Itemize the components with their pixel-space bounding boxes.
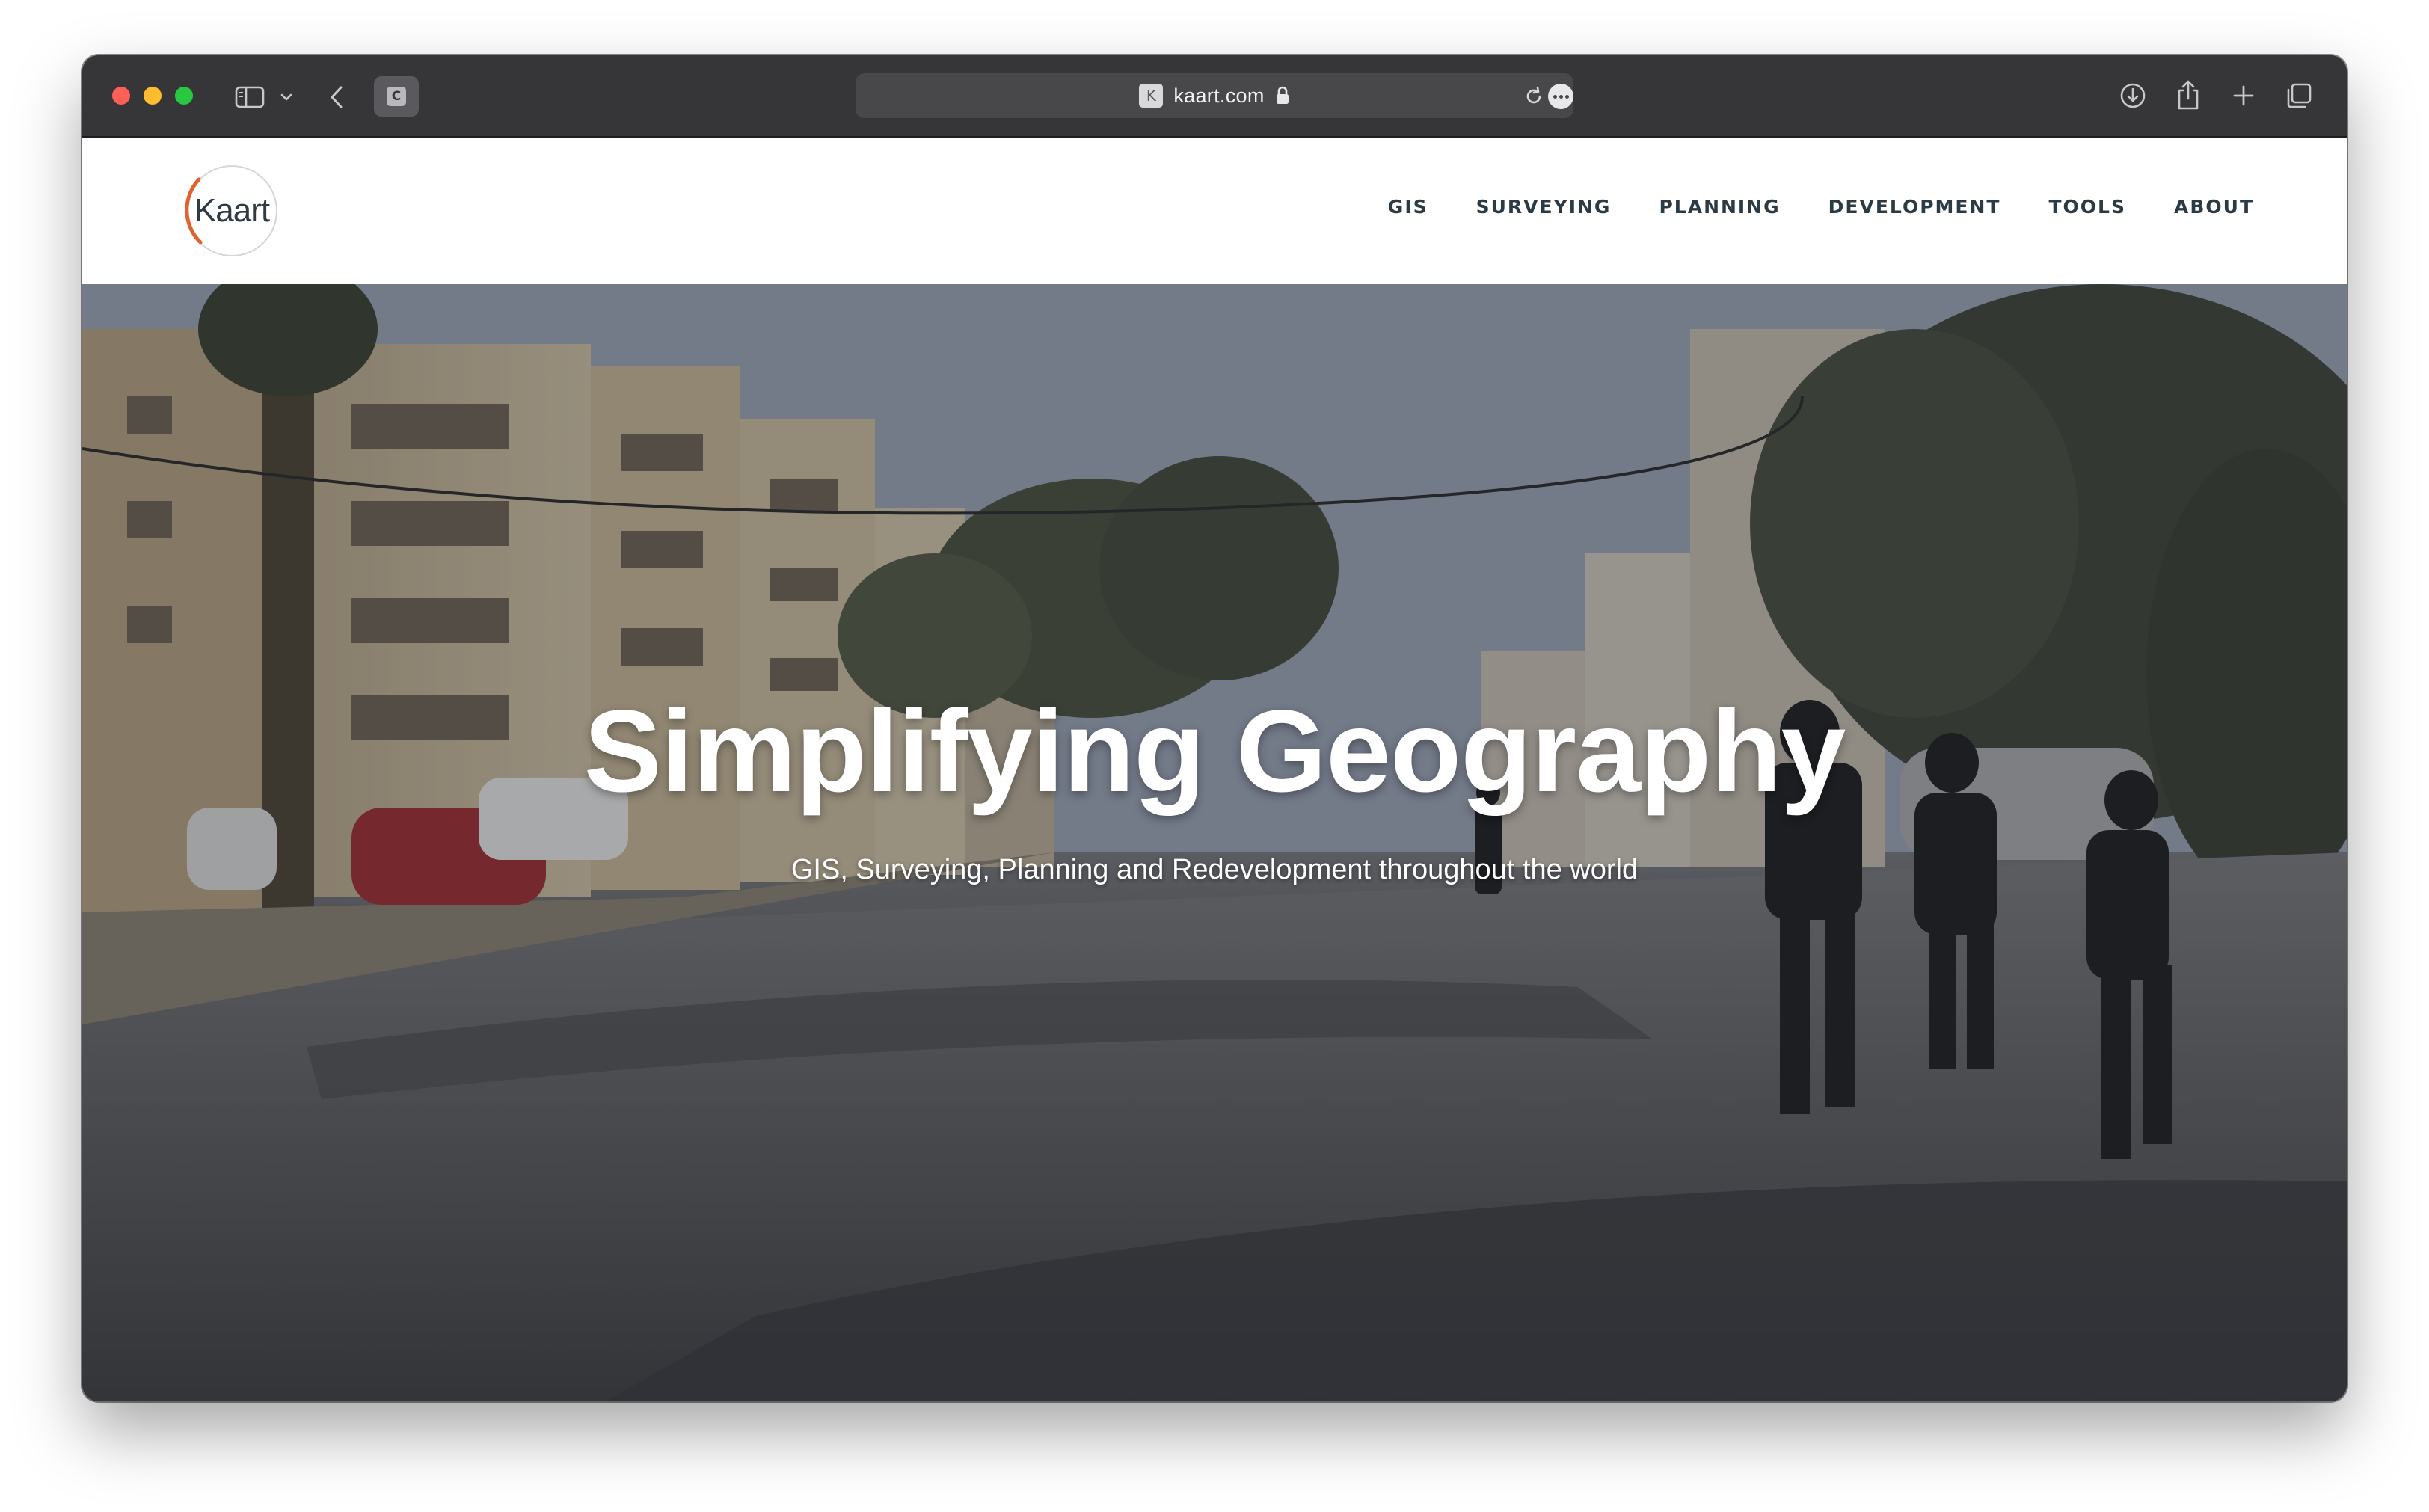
reload-button[interactable]: [1521, 84, 1547, 109]
share-icon: [2178, 80, 2199, 110]
tab-favicon: C: [387, 87, 406, 106]
download-icon: [2120, 83, 2146, 108]
tabs-overview-icon: [2287, 83, 2312, 108]
nav-planning[interactable]: PLANNING: [1659, 196, 1780, 218]
address-bar[interactable]: K kaart.com: [856, 73, 1573, 118]
tab-group-button[interactable]: C: [374, 76, 419, 117]
hero-overlay: [82, 284, 2347, 1401]
reload-icon: [1526, 86, 1541, 104]
site-logo[interactable]: Kaart: [184, 163, 280, 259]
sidebar-menu-button[interactable]: [275, 85, 298, 109]
minimize-window-button[interactable]: [144, 87, 162, 105]
plus-icon: [2233, 85, 2254, 106]
hero-section: Simplifying Geography GIS, Surveying, Pl…: [82, 284, 2347, 1401]
hero-subtitle: GIS, Surveying, Planning and Redevelopme…: [790, 854, 1639, 885]
lock-icon: [1276, 86, 1289, 104]
chevron-down-icon: [280, 93, 292, 101]
more-icon[interactable]: [1548, 84, 1573, 109]
sidebar-icon: [235, 86, 265, 108]
back-button[interactable]: [320, 81, 353, 114]
nav-development[interactable]: DEVELOPMENT: [1828, 196, 2001, 218]
logo-text: Kaart: [194, 192, 270, 229]
zoom-window-button[interactable]: [175, 87, 193, 105]
share-button[interactable]: [2172, 76, 2205, 114]
main-nav: GIS SURVEYING PLANNING DEVELOPMENT TOOLS…: [1388, 196, 2254, 218]
nav-gis[interactable]: GIS: [1388, 196, 1428, 218]
hero-title: Simplifying Geography: [583, 686, 1846, 817]
back-arrow-icon: [331, 86, 343, 108]
new-tab-button[interactable]: [2227, 79, 2260, 112]
nav-surveying[interactable]: SURVEYING: [1476, 196, 1612, 218]
url-text: kaart.com: [1173, 84, 1265, 107]
web-page: Kaart GIS SURVEYING PLANNING DEVELOPMENT…: [82, 138, 2347, 1401]
close-window-button[interactable]: [112, 87, 130, 105]
site-favicon: K: [1139, 84, 1164, 108]
tab-overview-button[interactable]: [2282, 79, 2315, 112]
browser-toolbar: C K kaart.com: [82, 55, 2347, 138]
nav-about[interactable]: ABOUT: [2174, 196, 2254, 218]
browser-window: C K kaart.com Kaart GIS SURVEYING PLANNI…: [82, 55, 2347, 1401]
downloads-button[interactable]: [2116, 79, 2149, 112]
site-header: Kaart GIS SURVEYING PLANNING DEVELOPMENT…: [82, 138, 2347, 284]
nav-tools[interactable]: TOOLS: [2048, 196, 2126, 218]
sidebar-toggle-button[interactable]: [227, 82, 272, 112]
